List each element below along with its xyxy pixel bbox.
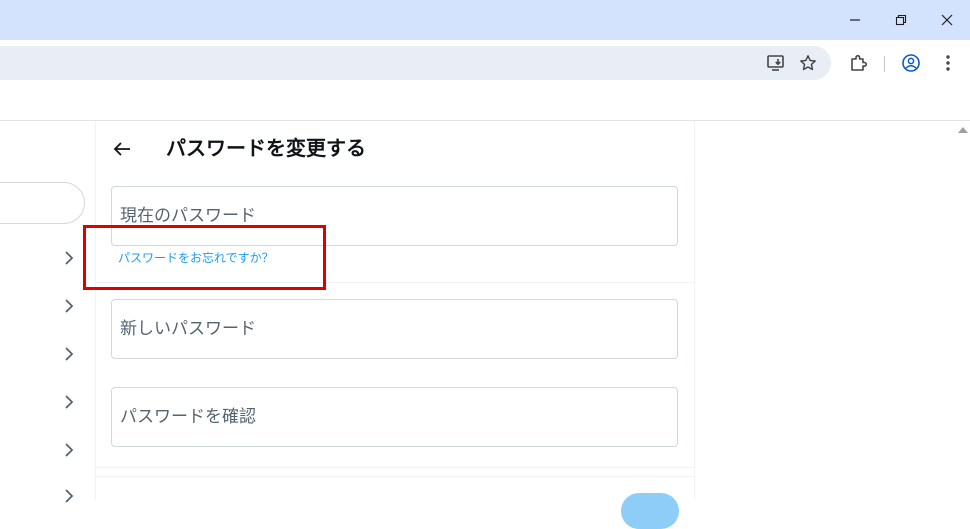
save-button[interactable] [621,493,679,529]
sidebar-item-4[interactable] [60,393,78,411]
bookmark-button[interactable] [794,49,822,77]
profile-icon [902,54,920,72]
back-button[interactable] [108,135,136,163]
current-password-input[interactable] [120,204,660,228]
section-divider [96,476,694,477]
sidebar-item-2[interactable] [60,297,78,315]
section-divider [96,282,694,283]
chevron-right-icon [65,251,74,265]
browser-titlebar [0,0,970,40]
minimize-icon [850,19,860,21]
confirm-password-field[interactable] [111,387,678,447]
sidebar-item-6[interactable] [60,487,78,505]
close-icon [941,14,953,26]
browser-menu-button[interactable] [934,49,962,77]
chevron-right-icon [65,395,74,409]
new-password-field[interactable] [111,299,678,359]
sidebar-item-5[interactable] [60,441,78,459]
current-password-field[interactable] [111,186,678,246]
bookmark-star-icon [800,55,816,71]
chevron-right-icon [65,489,74,503]
settings-sidebar [0,121,96,503]
install-app-icon [767,55,784,71]
back-arrow-icon [113,142,130,156]
browser-toolbar [0,40,970,121]
restore-icon [895,14,907,26]
new-password-input[interactable] [120,317,660,341]
scrollbar-up-arrow[interactable] [957,124,969,134]
chevron-right-icon [65,299,74,313]
close-window-button[interactable] [924,0,970,40]
menu-kebab-icon [946,55,950,71]
extensions-button[interactable] [844,49,872,77]
profile-button[interactable] [897,49,925,77]
chevron-right-icon [65,347,74,361]
address-bar[interactable] [0,46,831,80]
section-divider [96,467,694,468]
page-title: パスワードを変更する [166,136,366,160]
settings-search[interactable] [0,182,85,224]
toolbar-separator [884,56,885,72]
minimize-button[interactable] [832,0,878,40]
sidebar-item-3[interactable] [60,345,78,363]
install-app-button[interactable] [762,49,790,77]
extensions-icon [851,54,868,71]
page-content: パスワードを変更する パスワードをお忘れですか？ [0,121,970,529]
forgot-password-link[interactable]: パスワードをお忘れですか？ [118,250,274,266]
restore-button[interactable] [878,0,924,40]
scroll-up-icon [958,126,968,133]
chevron-right-icon [65,443,74,457]
change-password-panel: パスワードを変更する パスワードをお忘れですか？ [96,121,695,529]
confirm-password-input[interactable] [120,405,660,429]
sidebar-item-1[interactable] [60,249,78,267]
